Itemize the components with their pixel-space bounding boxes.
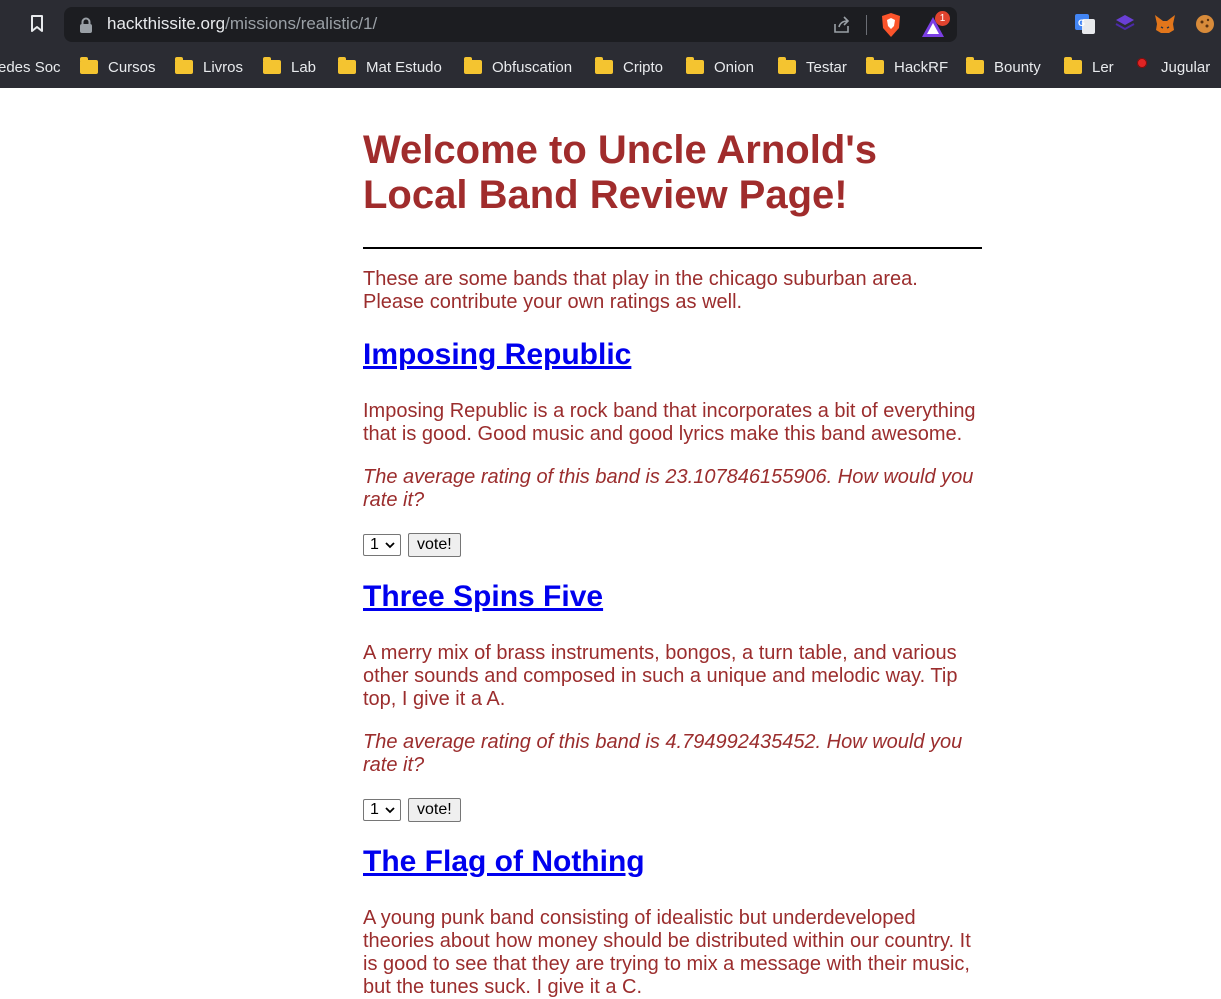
folder-icon	[80, 57, 98, 74]
page-title: Welcome to Uncle Arnold's Local Band Rev…	[363, 128, 878, 217]
bookmark-folder[interactable]: Obfuscation	[464, 55, 572, 79]
bookmark-label: Cripto	[623, 58, 664, 76]
rating-select[interactable]: 1	[363, 799, 401, 821]
bookmark-folder[interactable]: Mat Estudo	[338, 55, 442, 79]
bookmark-label: Bounty	[994, 58, 1041, 76]
bookmark-label: Livros	[203, 58, 244, 76]
bookmark-label: Ler	[1092, 58, 1114, 76]
url-path: /missions/realistic/1/	[225, 14, 378, 33]
layers-extension-icon[interactable]	[1113, 12, 1137, 36]
folder-icon	[866, 57, 884, 74]
url-host: hackthissite.org	[107, 14, 226, 33]
bookmark-folder[interactable]: Ler	[1064, 55, 1114, 79]
folder-icon	[966, 57, 984, 74]
url-divider	[866, 15, 867, 35]
intro-text: These are some bands that play in the ch…	[363, 268, 918, 313]
folder-icon	[263, 57, 281, 74]
bookmark-label: HackRF	[894, 58, 949, 76]
bookmark-folder[interactable]: Lab	[263, 55, 316, 79]
band-description: A merry mix of brass instruments, bongos…	[363, 642, 958, 710]
bookmark-label: Lab	[291, 58, 317, 76]
band-description: A young punk band consisting of idealist…	[363, 907, 971, 998]
bookmark-folder[interactable]: Cripto	[595, 55, 663, 79]
vote-form: 1 vote!	[363, 533, 983, 557]
band-rating-text: The average rating of this band is 4.794…	[363, 731, 963, 776]
chevron-down-icon	[385, 807, 395, 814]
rating-select-value: 1	[370, 536, 379, 553]
band-description: Imposing Republic is a rock band that in…	[363, 400, 976, 445]
bookmark-folder[interactable]: Livros	[175, 55, 243, 79]
band-rating-text: The average rating of this band is 23.10…	[363, 466, 974, 511]
bookmark-label: Jugular	[1161, 58, 1211, 76]
cookie-extension-icon[interactable]	[1193, 12, 1217, 36]
bookmark-folder[interactable]: Cursos	[80, 55, 156, 79]
bookmark-item[interactable]: edes Soc	[0, 55, 61, 79]
folder-icon	[175, 57, 193, 74]
address-bar[interactable]: hackthissite.org/missions/realistic/1/ 1	[64, 7, 957, 42]
band-entry: Three Spins Five A merry mix of brass in…	[363, 580, 983, 822]
brave-rewards-icon[interactable]: 1	[921, 11, 951, 38]
share-icon[interactable]	[832, 15, 852, 35]
bookmark-folder[interactable]: Testar	[778, 55, 847, 79]
bookmark-folder[interactable]: Bounty	[966, 55, 1041, 79]
page-content: Welcome to Uncle Arnold's Local Band Rev…	[363, 88, 983, 999]
bookmark-label: Cursos	[108, 58, 156, 76]
folder-icon	[464, 57, 482, 74]
metamask-fox-icon[interactable]	[1153, 12, 1177, 36]
folder-icon	[778, 57, 796, 74]
chevron-down-icon	[385, 542, 395, 549]
bookmarks-bar: edes Soc Cursos Livros Lab Mat Estudo Ob…	[0, 48, 1221, 88]
bookmark-folder[interactable]: HackRF	[866, 55, 948, 79]
folder-icon	[686, 57, 704, 74]
vote-button[interactable]: vote!	[408, 533, 461, 557]
band-entry: Imposing Republic Imposing Republic is a…	[363, 338, 983, 557]
bookmark-label: Obfuscation	[492, 58, 573, 76]
browser-toolbar: hackthissite.org/missions/realistic/1/ 1…	[0, 0, 1221, 48]
horizontal-rule	[363, 247, 982, 249]
folder-icon	[338, 57, 356, 74]
bookmark-label: Testar	[806, 58, 847, 76]
rating-select-value: 1	[370, 801, 379, 818]
bookmark-item[interactable]: Jugular	[1137, 55, 1210, 79]
bookmark-label: Mat Estudo	[366, 58, 442, 76]
svg-text:G: G	[1078, 18, 1085, 28]
band-entry: The Flag of Nothing A young punk band co…	[363, 845, 983, 999]
bookmark-label: edes Soc	[0, 58, 61, 76]
brave-shields-icon[interactable]	[879, 12, 903, 38]
pin-icon	[1137, 58, 1147, 68]
bookmark-label: Onion	[714, 58, 755, 76]
rewards-badge: 1	[935, 11, 950, 26]
band-title-link[interactable]: Three Spins Five	[363, 580, 983, 614]
bookmark-folder[interactable]: Onion	[686, 55, 754, 79]
folder-icon	[1064, 57, 1082, 74]
band-title-link[interactable]: Imposing Republic	[363, 338, 983, 372]
vote-button[interactable]: vote!	[408, 798, 461, 822]
band-title-link[interactable]: The Flag of Nothing	[363, 845, 983, 879]
lock-icon[interactable]	[79, 17, 93, 33]
rating-select[interactable]: 1	[363, 534, 401, 556]
url-text[interactable]: hackthissite.org/missions/realistic/1/	[107, 14, 377, 34]
vote-form: 1 vote!	[363, 798, 983, 822]
bookmark-page-icon[interactable]	[26, 13, 48, 35]
folder-icon	[595, 57, 613, 74]
google-translate-icon[interactable]: G	[1073, 12, 1097, 36]
